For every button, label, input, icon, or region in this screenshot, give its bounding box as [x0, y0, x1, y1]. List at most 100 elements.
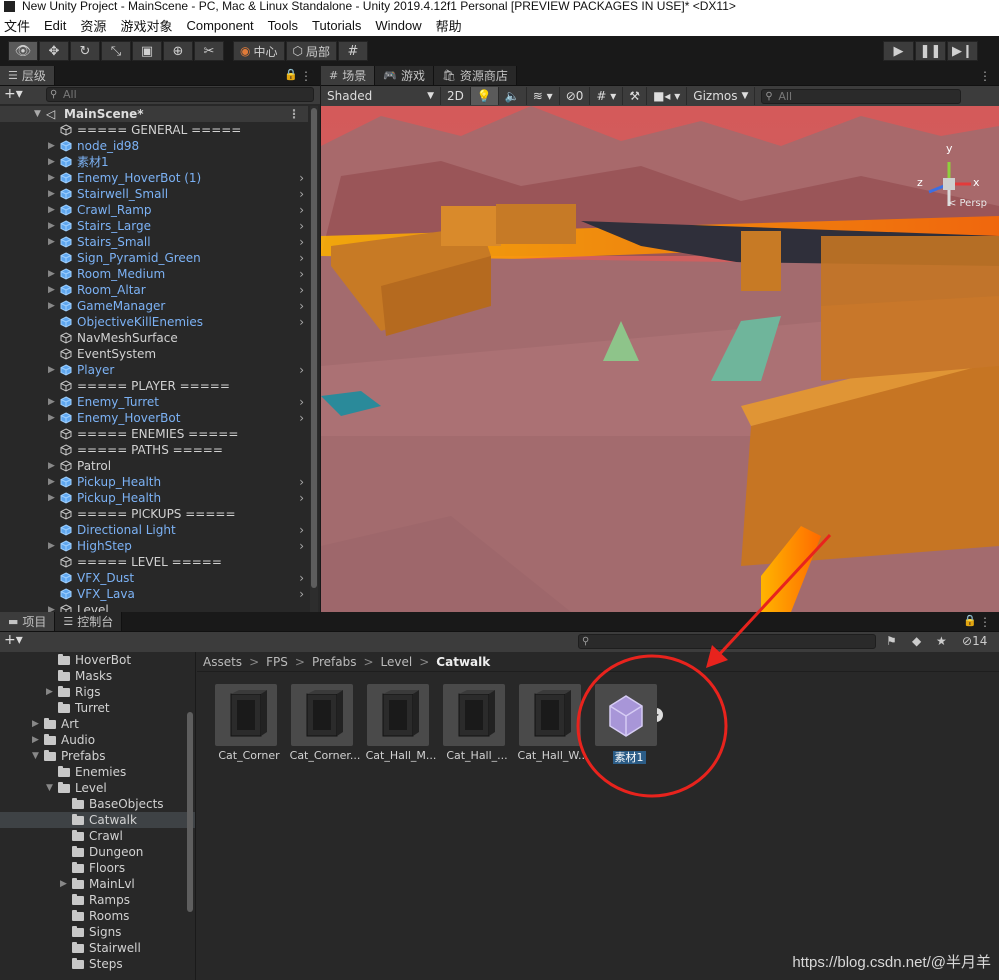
expand-arrow-icon[interactable]: ▶ [48, 298, 55, 314]
2d-toggle[interactable]: 2D [441, 87, 471, 105]
play-button[interactable]: ▶ [883, 41, 914, 61]
tab-project[interactable]: ▬ 项目 [0, 612, 56, 631]
hierarchy-item[interactable]: Sign_Pyramid_Green › [0, 250, 308, 266]
open-prefab-chevron-icon[interactable]: › [299, 266, 304, 282]
expand-arrow-icon[interactable]: ▶ [48, 202, 55, 218]
open-prefab-chevron-icon[interactable]: › [299, 522, 304, 538]
open-prefab-chevron-icon[interactable]: › [299, 586, 304, 602]
open-prefab-chevron-icon[interactable]: › [299, 490, 304, 506]
scrollbar-thumb[interactable] [187, 712, 193, 912]
expand-arrow-icon[interactable]: ▶ [48, 490, 55, 506]
expand-arrow-icon[interactable]: ▶ [48, 362, 55, 378]
hierarchy-item[interactable]: ▶ Stairwell_Small › [0, 186, 308, 202]
open-prefab-chevron-icon[interactable]: › [299, 218, 304, 234]
menu-item[interactable]: 资源 [80, 16, 106, 35]
asset-tile[interactable]: ▶素材1 [593, 684, 669, 765]
projection-label[interactable]: < Persp [948, 198, 987, 209]
folder-tree-item[interactable]: ▼ Prefabs [0, 748, 195, 764]
hierarchy-item[interactable]: EventSystem [0, 346, 308, 362]
rotate-tool-button[interactable]: ↻ [70, 41, 100, 61]
hierarchy-item[interactable]: ▶ Pickup_Health › [0, 474, 308, 490]
folder-tree-item[interactable]: Rooms [0, 908, 195, 924]
hierarchy-item[interactable]: ▶ HighStep › [0, 538, 308, 554]
menu-item[interactable]: Tutorials [312, 18, 361, 33]
menu-item[interactable]: Window [375, 18, 421, 33]
view-tool-button[interactable]: 👁 [8, 41, 38, 61]
audio-toggle[interactable]: 🔈 [499, 87, 527, 105]
hidden-objects-toggle[interactable]: ⊘ 0 [560, 87, 591, 105]
open-prefab-chevron-icon[interactable]: › [299, 394, 304, 410]
hierarchy-item[interactable]: NavMeshSurface [0, 330, 308, 346]
expand-arrow-icon[interactable]: ▶ [48, 458, 55, 474]
folder-tree-item[interactable]: Dungeon [0, 844, 195, 860]
scene-menu-icon[interactable]: ⋮ [288, 106, 300, 122]
tab-console[interactable]: ☰ 控制台 [55, 612, 123, 631]
folder-tree-item[interactable]: Signs [0, 924, 195, 940]
add-object-button[interactable]: +▾ [4, 87, 23, 101]
open-prefab-chevron-icon[interactable]: › [299, 570, 304, 586]
open-prefab-chevron-icon[interactable]: › [299, 474, 304, 490]
expand-arrow-icon[interactable]: ▶ [48, 602, 55, 612]
folder-tree-item[interactable]: Ramps [0, 892, 195, 908]
breadcrumb-item[interactable]: Catwalk [436, 655, 490, 669]
expand-arrow-icon[interactable]: ▶ [48, 410, 55, 426]
hierarchy-item[interactable]: ▶ Enemy_HoverBot › [0, 410, 308, 426]
scale-tool-button[interactable]: ⤡ [101, 41, 131, 61]
tab-hierarchy[interactable]: ☰ 层级 [0, 66, 55, 85]
hierarchy-item[interactable]: ===== PICKUPS ===== [0, 506, 308, 522]
asset-tile[interactable]: Cat_Hall_M... [365, 684, 441, 765]
hierarchy-item[interactable]: Directional Light › [0, 522, 308, 538]
expand-arrow-icon[interactable]: ▼ [46, 780, 53, 796]
folder-tree-item[interactable]: BaseObjects [0, 796, 195, 812]
lighting-toggle[interactable]: 💡 [470, 87, 499, 105]
hierarchy-scrollbar[interactable] [310, 106, 318, 612]
tab-asset-store[interactable]: 🛍 资源商店 [433, 66, 517, 85]
folder-tree-item[interactable]: HoverBot [0, 652, 195, 668]
hierarchy-item[interactable]: ▶ Room_Altar › [0, 282, 308, 298]
expand-arrow-icon[interactable]: ▶ [48, 234, 55, 250]
expand-arrow-icon[interactable]: ▶ [48, 138, 55, 154]
create-asset-button[interactable]: +▾ [4, 633, 23, 647]
folder-tree-item[interactable]: ▶ MainLvl [0, 876, 195, 892]
expand-arrow-icon[interactable]: ▶ [48, 154, 55, 170]
open-prefab-chevron-icon[interactable]: › [299, 234, 304, 250]
hierarchy-item[interactable]: ▶ Room_Medium › [0, 266, 308, 282]
camera-dropdown[interactable]: ■◂ ▾ [647, 87, 688, 105]
asset-tile[interactable]: Cat_Hall_... [441, 684, 517, 765]
step-button[interactable]: ▶❙ [947, 41, 978, 61]
pause-button[interactable]: ❚❚ [915, 41, 946, 61]
custom-tool-button[interactable]: ✂ [194, 41, 224, 61]
hierarchy-item[interactable]: ▶ Crawl_Ramp › [0, 202, 308, 218]
folder-tree-item[interactable]: Floors [0, 860, 195, 876]
kebab-menu-icon[interactable]: ⋮ [979, 69, 991, 83]
tab-scene[interactable]: # 场景 [321, 66, 376, 85]
hierarchy-item[interactable]: ===== LEVEL ===== [0, 554, 308, 570]
open-prefab-chevron-icon[interactable]: › [299, 282, 304, 298]
scene-search-input[interactable]: ⚲ All [761, 88, 962, 104]
expand-arrow-icon[interactable]: ▶ [48, 266, 55, 282]
expand-arrow-icon[interactable]: ▶ [48, 218, 55, 234]
grid-snap-button[interactable]: # [338, 41, 368, 61]
expand-arrow-icon[interactable]: ▶ [48, 474, 55, 490]
folder-tree-item[interactable]: ▶ Art [0, 716, 195, 732]
hierarchy-item[interactable]: ▶ Stairs_Large › [0, 218, 308, 234]
expand-arrow-icon[interactable]: ▶ [48, 170, 55, 186]
folder-tree-item[interactable]: Stairwell [0, 940, 195, 956]
hierarchy-item[interactable]: VFX_Lava › [0, 586, 308, 602]
asset-tile[interactable]: Cat_Corner [213, 684, 289, 765]
open-prefab-chevron-icon[interactable]: › [299, 170, 304, 186]
expand-arrow-icon[interactable]: ▶ [46, 684, 53, 700]
rect-tool-button[interactable]: ▣ [132, 41, 162, 61]
lock-icon[interactable]: 🔒 [963, 614, 977, 627]
hierarchy-item[interactable]: ===== GENERAL ===== [0, 122, 308, 138]
filter-label-icon[interactable]: ◆ [912, 634, 921, 648]
scene-viewport[interactable]: y x z < Persp [321, 106, 999, 612]
expand-arrow-icon[interactable]: ▼ [34, 106, 41, 122]
expand-arrow-icon[interactable]: ▶ [60, 876, 67, 892]
open-prefab-chevron-icon[interactable]: › [299, 410, 304, 426]
kebab-menu-icon[interactable]: ⋮ [979, 615, 991, 629]
scrollbar-thumb[interactable] [311, 108, 317, 588]
kebab-menu-icon[interactable]: ⋮ [300, 69, 312, 83]
folder-tree-item[interactable]: ▶ Audio [0, 732, 195, 748]
menu-item[interactable]: Component [186, 18, 253, 33]
